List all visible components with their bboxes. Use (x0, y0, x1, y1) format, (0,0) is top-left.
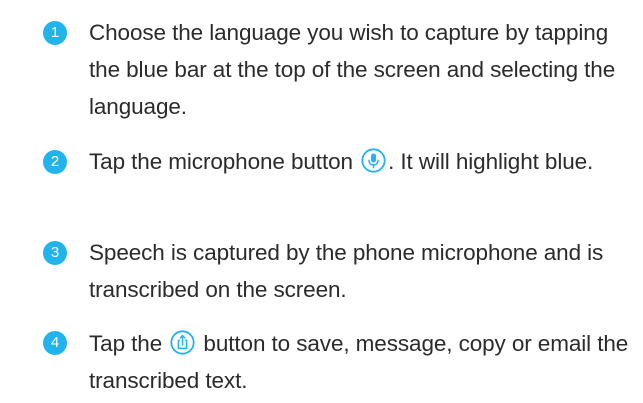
microphone-icon (361, 148, 386, 173)
step-number-badge: 4 (43, 331, 67, 355)
instruction-steps: 1 Choose the language you wish to captur… (0, 0, 643, 403)
step-number-badge: 3 (43, 241, 67, 265)
share-icon (170, 330, 195, 355)
step-text: Choose the language you wish to capture … (89, 20, 616, 119)
step-text-before-icon: Tap the microphone button (89, 149, 360, 174)
step-number-badge: 1 (43, 21, 67, 45)
step-number-badge: 2 (43, 150, 67, 174)
step-text: Tap the button to save, message, copy or… (89, 325, 641, 399)
step-text: Tap the microphone button . It will high… (89, 143, 641, 180)
step-text-before-icon: Tap the (89, 331, 169, 356)
step-text: Speech is captured by the phone micropho… (89, 240, 604, 302)
step-text-after-icon: . It will highlight blue. (388, 149, 594, 174)
